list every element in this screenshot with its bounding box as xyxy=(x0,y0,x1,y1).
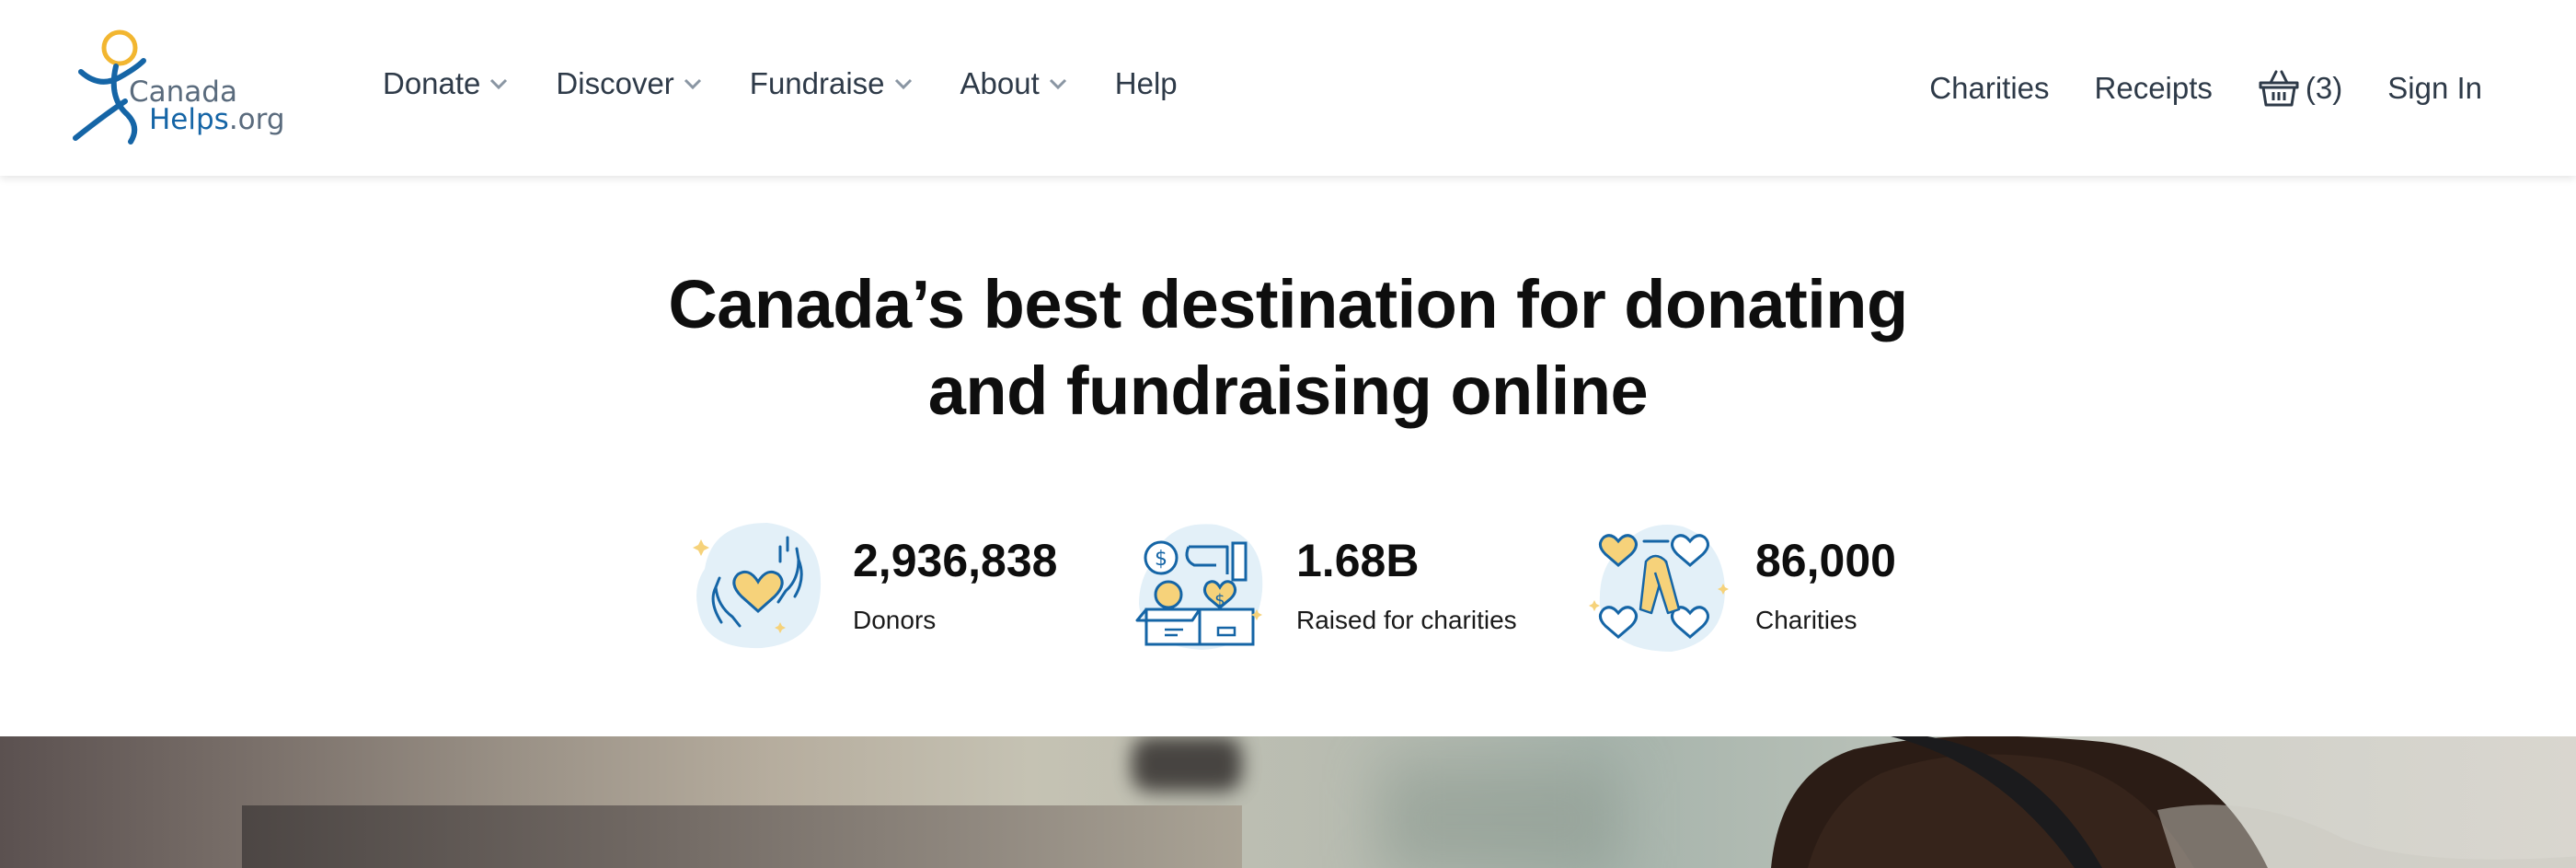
chevron-down-icon xyxy=(490,78,508,90)
charities-link[interactable]: Charities xyxy=(1929,71,2049,106)
stat-label: Donors xyxy=(853,606,937,634)
svg-text:$: $ xyxy=(1155,548,1167,571)
stat-label: Charities xyxy=(1755,606,1857,634)
stat-donors: 2,936,838 Donors xyxy=(684,514,1071,661)
chevron-down-icon xyxy=(684,78,701,90)
background-blur-shape xyxy=(1132,736,1242,792)
hero-photo-banner xyxy=(0,736,2576,868)
donation-box-icon: $ $ xyxy=(1135,524,1263,650)
chevron-down-icon xyxy=(1049,78,1066,90)
nav-item-label: Fundraise xyxy=(749,66,885,100)
nav-item-label: Discover xyxy=(556,66,674,100)
chevron-down-icon xyxy=(894,78,912,90)
nav-item-label: About xyxy=(960,66,1040,100)
sign-in-link[interactable]: Sign In xyxy=(2387,71,2482,106)
stat-number: 2,936,838 xyxy=(853,535,1058,586)
stat-number: 1.68B xyxy=(1296,535,1420,586)
nav-item-help[interactable]: Help xyxy=(1115,66,1178,101)
hero-title: Canada’s best destination for donating a… xyxy=(0,261,2576,434)
stat-charities: 86,000 Charities xyxy=(1587,514,1955,661)
nav-item-discover[interactable]: Discover xyxy=(556,66,701,101)
basket-link[interactable]: (3) xyxy=(2258,68,2342,109)
hero-title-line1: Canada’s best destination for donating xyxy=(668,266,1908,342)
site-header: Canada Helps.org Donate Discover Fundrai… xyxy=(0,0,2576,176)
banner-overlay-card xyxy=(242,805,1242,868)
svg-text:$: $ xyxy=(1214,591,1225,610)
logo-text-org: .org xyxy=(228,103,285,136)
basket-icon xyxy=(2259,70,2299,107)
ribbon-hearts-icon xyxy=(1589,525,1729,652)
main-nav: Donate Discover Fundraise About Help xyxy=(383,66,1225,101)
stat-number: 86,000 xyxy=(1755,535,1896,586)
nav-item-fundraise[interactable]: Fundraise xyxy=(750,66,913,101)
stat-label: Raised for charities xyxy=(1296,606,1517,634)
canadahelps-logo[interactable]: Canada Helps.org xyxy=(72,24,293,153)
nav-item-about[interactable]: About xyxy=(960,66,1067,101)
receipts-link[interactable]: Receipts xyxy=(2095,71,2213,106)
logo-text-helps: Helps.org xyxy=(149,103,285,136)
hands-heart-icon xyxy=(693,523,822,649)
nav-item-label: Help xyxy=(1114,66,1178,100)
basket-count: (3) xyxy=(2305,71,2343,105)
nav-item-donate[interactable]: Donate xyxy=(383,66,508,101)
account-nav: Charities Receipts (3) Sign In xyxy=(1884,68,2482,109)
person-hair-photo xyxy=(1771,736,2576,868)
background-blur-shape xyxy=(1380,764,1619,868)
stat-raised: $ $ 1.68B Raised for charities xyxy=(1128,514,1551,661)
logo-text-helps-main: Helps xyxy=(149,103,229,136)
nav-item-label: Donate xyxy=(383,66,481,100)
hero-title-line2: and fundraising online xyxy=(927,353,1649,429)
